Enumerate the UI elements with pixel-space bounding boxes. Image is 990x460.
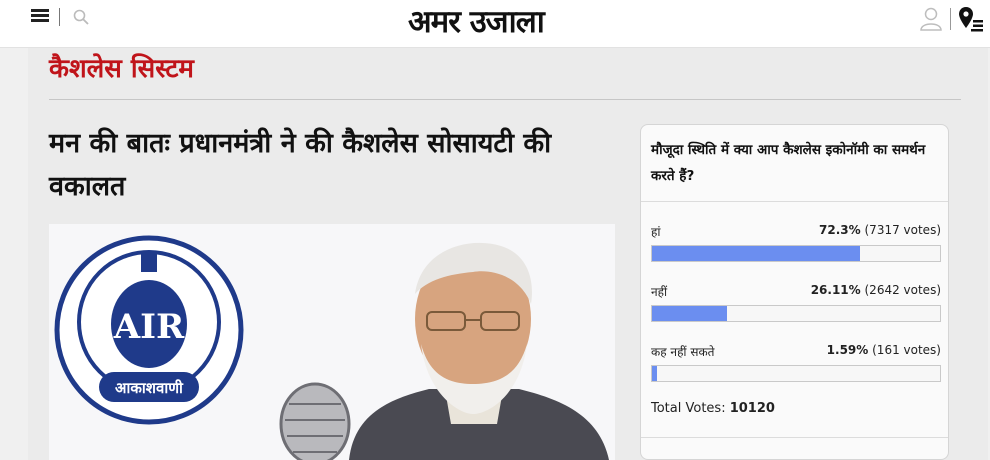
poll-divider [641, 437, 948, 438]
poll-option-yes[interactable]: हां 72.3% (7317 votes) [651, 223, 941, 273]
air-logo: AIR आकाशवाणी [54, 235, 244, 425]
section-title[interactable]: कैशलेस सिस्टम [49, 49, 194, 85]
section-divider [49, 99, 961, 100]
total-votes-value: 10120 [729, 401, 775, 416]
nav-separator [59, 8, 60, 26]
option-percent: 26.11% [810, 283, 861, 297]
result-bar [651, 245, 941, 262]
option-stats: 1.59% (161 votes) [827, 343, 941, 357]
option-percent: 72.3% [819, 223, 861, 237]
poll-question: मौजूदा स्थिति में क्या आप कैशलेस इकोनॉमी… [651, 142, 926, 184]
result-bar-fill [652, 366, 657, 381]
logo-caption: आकाशवाणी [115, 379, 184, 397]
option-stats: 72.3% (7317 votes) [819, 223, 941, 237]
option-label: नहीं [651, 285, 668, 299]
article-image[interactable]: AIR आकाशवाणी [49, 224, 615, 460]
poll-option-no[interactable]: नहीं 26.11% (2642 votes) [651, 283, 941, 333]
microphone [279, 382, 351, 460]
result-bar [651, 365, 941, 382]
search-icon[interactable] [73, 9, 89, 25]
option-votes: (161 votes) [872, 343, 941, 357]
user-icon[interactable] [920, 7, 942, 31]
option-percent: 1.59% [826, 343, 869, 357]
total-votes: Total Votes: 10120 [651, 401, 775, 416]
option-label: कह नहीं सकते [651, 345, 715, 359]
poll-widget: मौजूदा स्थिति में क्या आप कैशलेस इकोनॉमी… [640, 124, 949, 460]
result-bar-fill [652, 246, 861, 261]
poll-option-cant-say[interactable]: कह नहीं सकते 1.59% (161 votes) [651, 343, 941, 393]
menu-icon[interactable] [31, 9, 49, 25]
option-votes: (7317 votes) [864, 223, 942, 237]
location-icon[interactable] [958, 6, 984, 32]
option-label: हां [651, 225, 661, 239]
nav-separator [950, 8, 951, 30]
top-navigation-bar: अमर उजाला [0, 0, 990, 48]
result-bar [651, 305, 941, 322]
option-stats: 26.11% (2642 votes) [811, 283, 941, 297]
air-initials: AIR [113, 307, 185, 347]
article-photo: AIR आकाशवाणी [49, 224, 615, 460]
option-votes: (2642 votes) [864, 283, 942, 297]
total-votes-label: Total Votes: [651, 401, 730, 416]
result-bar-fill [652, 306, 728, 321]
site-logo[interactable]: अमर उजाला [408, 0, 545, 42]
poll-divider [641, 201, 948, 202]
article-headline[interactable]: मन की बातः प्रधानमंत्री ने की कैशलेस सोस… [49, 122, 629, 208]
